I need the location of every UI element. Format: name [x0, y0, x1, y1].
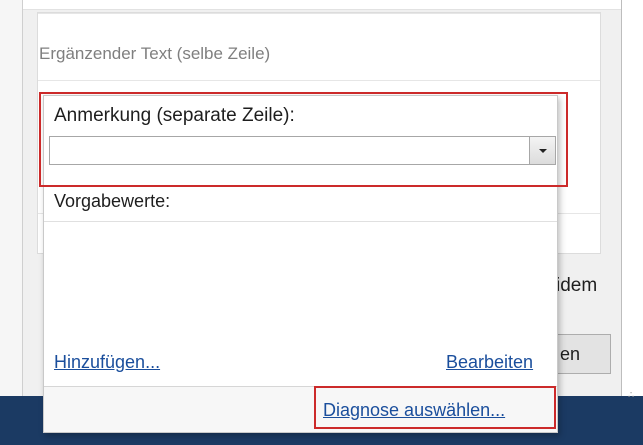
background-window-strip — [0, 0, 22, 445]
chevron-down-icon — [538, 148, 547, 153]
resize-grip-icon[interactable]: ∴ — [628, 391, 635, 401]
supplementary-text-option[interactable]: Ergänzender Text (selbe Zeile) — [39, 44, 270, 64]
annotation-input[interactable] — [50, 137, 527, 164]
annotation-combobox[interactable] — [49, 136, 556, 165]
default-values-list[interactable] — [44, 222, 557, 342]
default-values-label: Vorgabewerte: — [54, 191, 171, 211]
side-label: idem — [556, 275, 598, 296]
add-link[interactable]: Hinzufügen... — [54, 352, 160, 373]
row-divider — [38, 13, 600, 14]
edit-link[interactable]: Bearbeiten — [446, 352, 533, 373]
annotation-label: Anmerkung (separate Zeile): — [54, 105, 295, 126]
dropdown-button[interactable] — [529, 137, 555, 164]
row-divider — [38, 80, 600, 81]
select-diagnosis-link[interactable]: Diagnose auswählen... — [323, 400, 505, 421]
annotation-popup: Anmerkung (separate Zeile): Vorgabewerte… — [43, 95, 558, 433]
side-button[interactable]: en — [551, 334, 611, 374]
dialog-top-band — [23, 0, 621, 10]
